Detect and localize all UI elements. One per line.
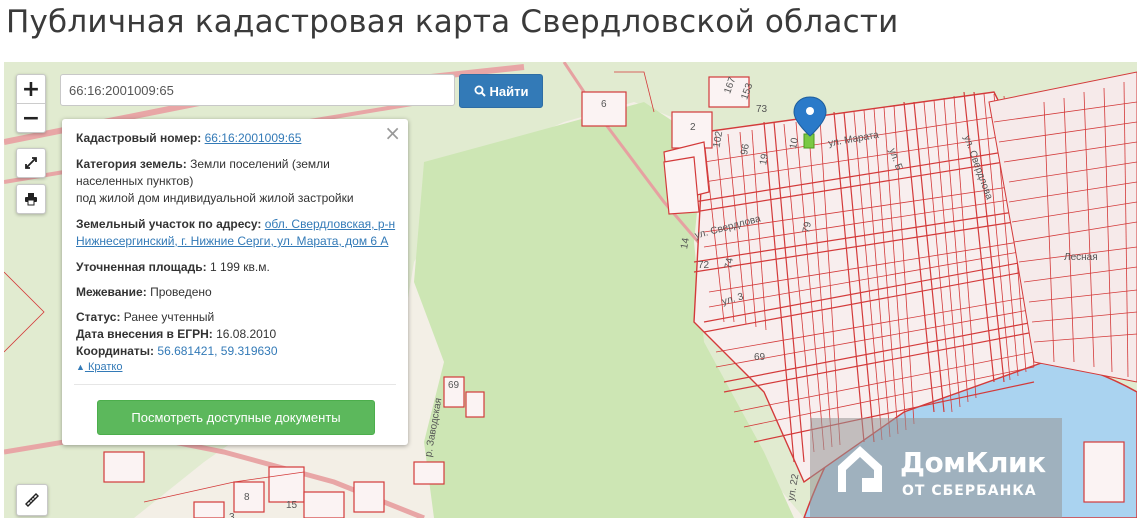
cadastral-number-row: Кадастровый номер: 66:16:2001009:65 <box>76 130 301 147</box>
map-label-plot: 19 <box>758 153 771 166</box>
status-value: Ранее учтенный <box>123 310 215 324</box>
map-label-plot: 3 <box>229 512 235 518</box>
status-label: Статус: <box>76 310 121 324</box>
watermark-brand: ДомКлик <box>900 446 1046 479</box>
printer-icon <box>17 185 45 213</box>
map-label-plot: 2 <box>690 122 696 133</box>
area-value: 1 199 кв.м. <box>209 260 270 274</box>
map-label-plot: 69 <box>448 380 460 391</box>
watermark-subtitle: ОТ СБЕРБАНКА <box>902 483 1037 499</box>
ruler-button[interactable] <box>16 484 48 516</box>
map-label-plot: 69 <box>754 352 766 363</box>
search-button[interactable]: Найти <box>459 74 543 108</box>
address-line2: Нижнесергинский, г. Нижние Серги, ул. Ма… <box>76 233 388 250</box>
zoom-out-button[interactable]: − <box>17 103 45 132</box>
search-icon <box>474 85 486 97</box>
survey-label: Межевание: <box>76 285 147 299</box>
map-label-plot: 74 <box>723 257 736 270</box>
page-title: Публичная кадастровая карта Свердловской… <box>6 4 899 40</box>
land-category-value: Земли поселений (земли <box>190 157 330 171</box>
coordinates-value[interactable]: 56.681421, 59.319630 <box>157 344 277 358</box>
map-label-plot: 73 <box>756 104 768 115</box>
land-category-label: Категория земель: <box>76 157 187 171</box>
address-row: Земельный участок по адресу: обл. Свердл… <box>76 216 395 233</box>
print-button[interactable] <box>16 184 46 214</box>
address-label: Земельный участок по адресу: <box>76 217 262 231</box>
collapse-link[interactable]: ▲ Кратко <box>76 361 122 373</box>
selected-parcel <box>803 133 815 149</box>
survey-row: Межевание: Проведено <box>76 284 212 301</box>
area-label: Уточненная площадь: <box>76 260 207 274</box>
map-label-plot: 96 <box>739 143 752 156</box>
house-logo-icon <box>838 446 882 492</box>
address-link[interactable]: обл. Свердловская, р-н <box>265 217 395 231</box>
status-row: Статус: Ранее учтенный <box>76 309 214 326</box>
map-label-plot: 8 <box>244 492 250 503</box>
map-label-plot: 15 <box>286 500 298 511</box>
map-label-plot: 14 <box>679 237 692 250</box>
domclick-watermark: ДомКлик ОТ СБЕРБАНКА <box>810 418 1062 518</box>
collapse-link-label: Кратко <box>87 361 123 373</box>
close-icon[interactable]: × <box>384 123 401 143</box>
map-label-plot: 6 <box>601 99 607 110</box>
parcel-info-popup: × Кадастровый номер: 66:16:2001009:65 Ка… <box>62 119 408 445</box>
land-category-row: Категория земель: Земли поселений (земли <box>76 156 330 173</box>
cadastral-map[interactable]: 6 2 167 153 73 102 96 10 19 14 72 74 79 … <box>4 62 1137 518</box>
view-documents-button[interactable]: Посмотреть доступные документы <box>97 400 375 435</box>
ruler-icon <box>25 493 39 507</box>
zoom-in-button[interactable]: + <box>17 75 45 103</box>
fullscreen-button[interactable] <box>16 148 46 178</box>
divider <box>74 384 396 385</box>
egrn-date-label: Дата внесения в ЕГРН: <box>76 327 213 341</box>
cadastral-number-label: Кадастровый номер: <box>76 131 202 145</box>
egrn-date-value: 16.08.2010 <box>216 327 277 341</box>
address-link-line2[interactable]: Нижнесергинский, г. Нижние Серги, ул. Ма… <box>76 234 388 248</box>
map-label-plot: 79 <box>801 221 814 234</box>
cadastral-search-input[interactable] <box>60 74 455 106</box>
map-label-street: Лесная <box>1064 252 1098 263</box>
land-category-line2: населенных пунктов) <box>76 174 194 188</box>
cadastral-number-link[interactable]: 66:16:2001009:65 <box>205 131 302 145</box>
map-label-plot: 72 <box>698 260 710 271</box>
land-category-line3: под жилой дом индивидуальной жилой застр… <box>76 191 354 205</box>
zoom-control: + − <box>16 74 46 133</box>
map-label-plot: 10 <box>788 137 801 150</box>
search-button-label: Найти <box>489 83 529 99</box>
survey-value: Проведено <box>150 285 212 299</box>
caret-up-icon: ▲ <box>76 362 85 372</box>
egrn-date-row: Дата внесения в ЕГРН: 16.08.2010 <box>76 326 276 343</box>
expand-icon <box>17 149 45 177</box>
area-row: Уточненная площадь: 1 199 кв.м. <box>76 259 270 276</box>
coordinates-label: Координаты: <box>76 344 155 358</box>
coordinates-row: Координаты: 56.681421, 59.319630 <box>76 343 278 360</box>
